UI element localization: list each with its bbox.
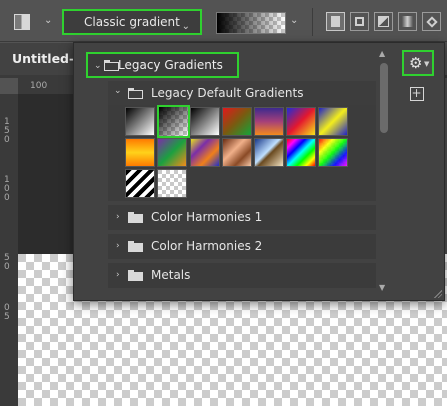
gradient-tool-icon[interactable] [14,14,30,30]
gradient-swatch[interactable] [222,138,252,167]
gradient-swatch[interactable] [254,138,284,167]
canvas-dark-area[interactable] [18,94,78,254]
chevron-down-icon: ⌄ [181,21,190,32]
folder-color-harmonies-2[interactable]: › Color Harmonies 2 [108,234,376,259]
new-gradient-button[interactable]: + [410,86,424,101]
folder-legacy-default-gradients[interactable]: ⌄ Legacy Default Gradients [108,81,376,105]
panel-settings-button[interactable]: ⚙ ▼ [402,50,434,76]
gradient-preset-dropdown[interactable]: Classic gradient ⌄ [62,9,202,35]
ruler-label: 0 [4,193,10,203]
folder-icon [128,270,143,281]
chevron-down-icon: ▼ [424,60,430,68]
folder-label: Metals [151,268,191,282]
gradient-swatch[interactable] [157,138,187,167]
gradient-swatch[interactable] [318,138,348,167]
chevron-down-icon[interactable]: ⌄ [114,79,122,103]
gradient-swatch[interactable] [125,107,155,136]
gradient-picker-chevron-down-icon[interactable]: ⌄ [290,15,298,26]
divider [312,8,313,36]
folder-legacy-gradients[interactable]: ⌄ Legacy Gradients [86,52,239,78]
gradient-swatch[interactable] [190,107,220,136]
angle-gradient-button[interactable] [374,12,393,31]
linear-gradient-icon [331,16,340,27]
gradient-presets-panel: ⌄ Legacy Gradients ⌄ Legacy Default Grad… [73,42,445,301]
chevron-right-icon[interactable]: › [116,205,120,230]
gradient-swatch[interactable] [286,107,316,136]
folder-label: Legacy Gradients [118,58,223,72]
gradient-swatch[interactable] [190,138,220,167]
folder-metals[interactable]: › Metals [108,263,376,288]
angle-gradient-icon [378,16,389,27]
reflected-gradient-icon [402,16,413,27]
gradient-swatch-grid [108,105,376,201]
resize-grip-icon[interactable] [433,289,442,298]
gradient-swatch[interactable] [125,138,155,167]
folder-label: Color Harmonies 1 [151,210,263,224]
ruler-label: 100 [30,81,48,91]
scroll-down-icon[interactable]: ▼ [379,283,385,292]
folder-icon [128,241,143,252]
folder-icon [128,212,143,223]
radial-gradient-button[interactable] [350,12,369,31]
ruler-label: 0 [4,135,10,145]
scrollbar-thumb[interactable] [380,63,388,133]
radial-gradient-icon [355,17,364,26]
scroll-up-icon[interactable]: ▲ [379,49,385,58]
gear-icon: ⚙ [409,54,423,72]
gradient-swatch[interactable] [286,138,316,167]
ruler-label: 5 [4,312,10,322]
gradient-preview[interactable] [216,12,286,34]
plus-icon: + [411,86,422,100]
folder-label: Legacy Default Gradients [151,86,304,100]
panel-scrollbar[interactable]: ▲ ▼ [378,49,390,295]
gradient-swatch[interactable] [157,105,190,138]
gradient-swatch[interactable] [318,107,348,136]
gradient-preset-label: Classic gradient [84,15,180,29]
gradient-swatch[interactable] [125,169,155,198]
ruler-label: 0 [4,262,10,272]
horizontal-ruler[interactable]: 100 [18,78,78,94]
chevron-down-icon[interactable]: ⌄ [94,55,102,77]
folder-icon [128,88,143,99]
options-bar: ⌄ Classic gradient ⌄ ⌄ [0,0,447,42]
vertical-ruler[interactable]: 1 5 0 1 0 0 5 0 0 5 [0,94,18,406]
diamond-gradient-button[interactable] [422,12,441,31]
gradient-swatch[interactable] [222,107,252,136]
tool-preset-chevron-down-icon[interactable]: ⌄ [44,15,52,26]
folder-label: Color Harmonies 2 [151,239,263,253]
chevron-right-icon[interactable]: › [116,263,120,288]
linear-gradient-button[interactable] [326,12,345,31]
diamond-gradient-icon [426,16,438,28]
reflected-gradient-button[interactable] [398,12,417,31]
gradient-swatch[interactable] [254,107,284,136]
folder-color-harmonies-1[interactable]: › Color Harmonies 1 [108,205,376,230]
folder-icon [104,60,119,71]
chevron-right-icon[interactable]: › [116,234,120,259]
gradient-swatch[interactable] [157,169,187,198]
